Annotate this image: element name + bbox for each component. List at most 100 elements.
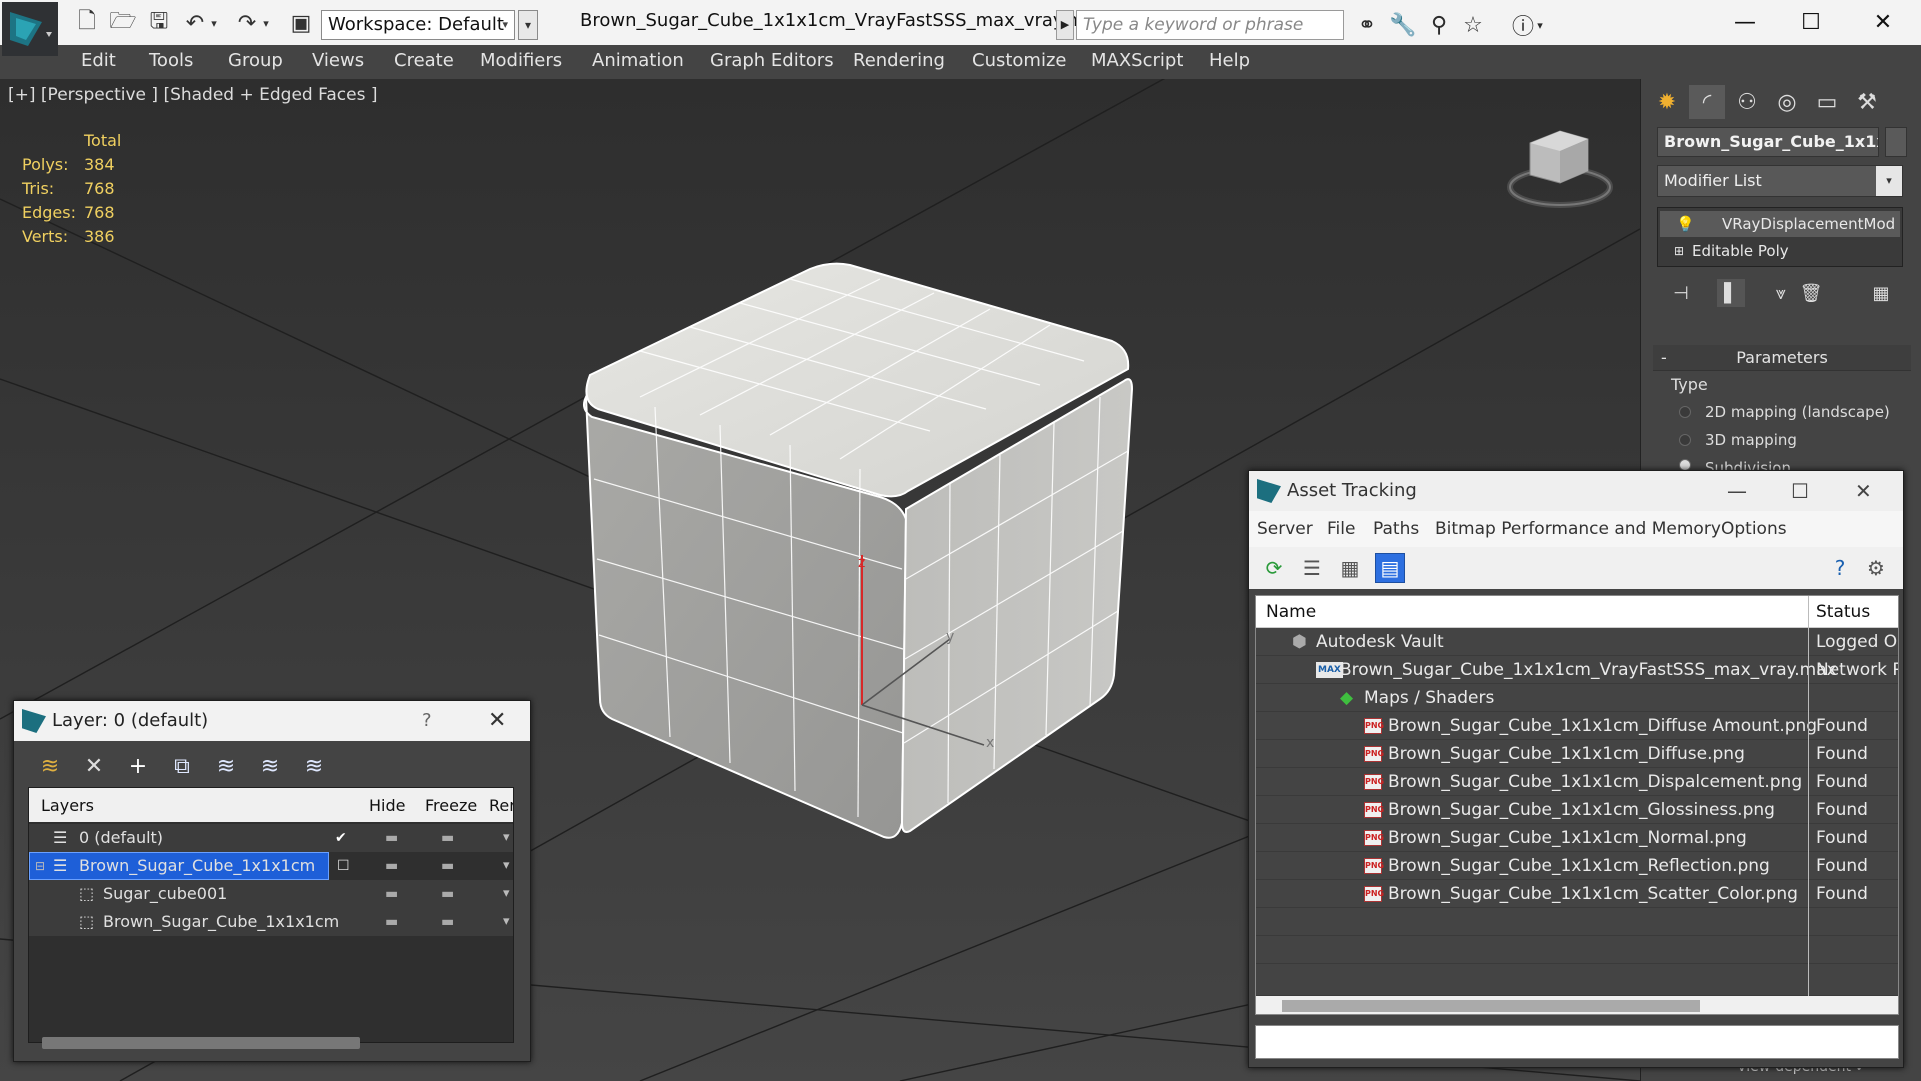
new-file-icon[interactable]: 🗋	[72, 9, 102, 36]
freeze-all-layers-icon[interactable]: ≋	[298, 751, 330, 781]
render-toggle-icon[interactable]: ▾	[503, 824, 510, 852]
asset-row[interactable]: PNG Brown_Sugar_Cube_1x1x1cm_Normal.png …	[1256, 824, 1898, 852]
asset-menu-server[interactable]: Server	[1257, 519, 1313, 539]
column-layers[interactable]: Layers	[41, 796, 94, 815]
menu-create[interactable]: Create	[394, 50, 454, 71]
column-name[interactable]: Name	[1266, 602, 1316, 622]
help-dropdown-icon[interactable]: ▾	[1532, 12, 1548, 38]
expand-plus-icon[interactable]: ⊞	[1674, 238, 1684, 264]
menu-group[interactable]: Group	[228, 50, 283, 71]
radio-3d-mapping[interactable]: 3D mapping	[1679, 431, 1797, 449]
layer-dialog-titlebar[interactable]: Layer: 0 (default) ? ✕	[14, 701, 530, 741]
help-icon[interactable]: ?	[1825, 553, 1855, 583]
asset-row[interactable]: PNG Brown_Sugar_Cube_1x1x1cm_Scatter_Col…	[1256, 880, 1898, 908]
menu-help[interactable]: Help	[1209, 50, 1250, 71]
configure-sets-icon[interactable]: ▦	[1867, 279, 1895, 307]
hierarchy-tab-icon[interactable]: ⚇	[1729, 85, 1765, 119]
collapse-minus-icon[interactable]: ⊟	[35, 852, 45, 880]
minimize-button[interactable]: —	[1727, 471, 1747, 511]
modify-tab-icon[interactable]: ◜	[1689, 85, 1725, 119]
column-status[interactable]: Status	[1816, 602, 1870, 622]
add-to-layer-icon[interactable]: +	[122, 751, 154, 781]
column-divider[interactable]	[1808, 596, 1809, 996]
workspace-dropdown[interactable]: Workspace: Default ▾	[321, 10, 515, 40]
current-layer-checkmark-icon[interactable]: ✔	[335, 824, 347, 852]
search-expand-button[interactable]: ▶	[1056, 10, 1074, 40]
open-file-icon[interactable]: 🗁	[108, 9, 138, 36]
make-unique-icon[interactable]: ⩔	[1767, 279, 1795, 307]
select-in-layer-icon[interactable]: ⧉	[166, 751, 198, 781]
asset-menu-options[interactable]: Options	[1721, 519, 1787, 539]
asset-menu-paths[interactable]: Paths	[1373, 519, 1419, 539]
stack-item-vraydisplacement[interactable]: 💡 VRayDisplacementMod	[1660, 211, 1900, 237]
set-current-layer-icon[interactable]: ☐	[337, 852, 350, 880]
motion-tab-icon[interactable]: ◎	[1769, 85, 1805, 119]
maximize-button[interactable]: ☐	[1784, 6, 1838, 38]
asset-row[interactable]: PNG Brown_Sugar_Cube_1x1x1cm_Reflection.…	[1256, 852, 1898, 880]
redo-dropdown-icon[interactable]: ▾	[258, 10, 274, 36]
menu-maxscript[interactable]: MAXScript	[1091, 50, 1183, 71]
project-folder-icon[interactable]: ▣	[286, 10, 316, 36]
maximize-button[interactable]: ☐	[1791, 471, 1809, 511]
utilities-tab-icon[interactable]: ⚒	[1849, 85, 1885, 119]
menu-tools[interactable]: Tools	[149, 50, 193, 71]
asset-row[interactable]: MAX Brown_Sugar_Cube_1x1x1cm_VrayFastSSS…	[1256, 656, 1898, 684]
column-freeze[interactable]: Freeze	[425, 796, 477, 815]
layer-row[interactable]: ⬚ Sugar_cube001 ▬ ▬ ▾	[29, 880, 513, 908]
highlight-layer-icon[interactable]: ≋	[210, 751, 242, 781]
asset-row[interactable]: ◆ Maps / Shaders	[1256, 684, 1898, 712]
app-logo-icon[interactable]	[2, 2, 58, 56]
horizontal-scrollbar[interactable]	[1282, 1000, 1700, 1012]
close-icon[interactable]: ✕	[1855, 471, 1872, 511]
asset-path-field[interactable]	[1255, 1025, 1899, 1059]
radio-dot[interactable]	[1679, 406, 1691, 418]
freeze-toggle[interactable]: ▬	[441, 824, 454, 852]
menu-views[interactable]: Views	[312, 50, 364, 71]
asset-dialog-titlebar[interactable]: Asset Tracking — ☐ ✕	[1249, 471, 1903, 511]
thumbnail-view-icon[interactable]: ▦	[1335, 553, 1365, 583]
search-input[interactable]	[1076, 10, 1344, 40]
freeze-toggle[interactable]: ▬	[441, 908, 454, 936]
signin-icon[interactable]: ⚲	[1424, 12, 1454, 38]
column-hide[interactable]: Hide	[369, 796, 405, 815]
hide-toggle[interactable]: ▬	[385, 880, 398, 908]
asset-row[interactable]: PNG Brown_Sugar_Cube_1x1x1cm_Diffuse Amo…	[1256, 712, 1898, 740]
radio-2d-mapping[interactable]: 2D mapping (landscape)	[1679, 403, 1890, 421]
menu-graph-editors[interactable]: Graph Editors	[710, 50, 834, 71]
render-toggle-icon[interactable]: ▾	[503, 852, 510, 880]
asset-menu-file[interactable]: File	[1327, 519, 1355, 539]
menu-animation[interactable]: Animation	[592, 50, 684, 71]
menu-customize[interactable]: Customize	[972, 50, 1066, 71]
help-button[interactable]: ?	[422, 701, 432, 741]
hide-toggle[interactable]: ▬	[385, 908, 398, 936]
object-color-swatch[interactable]	[1885, 127, 1907, 157]
show-end-result-icon[interactable]: ▌	[1717, 279, 1745, 307]
minimize-button[interactable]: —	[1718, 6, 1772, 38]
close-icon[interactable]: ✕	[488, 701, 506, 741]
modifier-list-dropdown[interactable]: Modifier List ▾	[1657, 165, 1903, 197]
object-name-field[interactable]: Brown_Sugar_Cube_1x1x1cm	[1657, 127, 1879, 157]
asset-row[interactable]: ⬢ Autodesk Vault Logged Out	[1256, 628, 1898, 656]
favorites-star-icon[interactable]: ☆	[1458, 12, 1488, 38]
column-render[interactable]: Rer	[489, 796, 513, 815]
wrench-icon[interactable]: 🔧	[1388, 12, 1418, 38]
workspace-overflow-button[interactable]: ▾	[518, 10, 538, 40]
hide-toggle[interactable]: ▬	[385, 852, 398, 880]
display-tab-icon[interactable]: ▭	[1809, 85, 1845, 119]
horizontal-scrollbar[interactable]	[42, 1037, 360, 1049]
parameters-rollout-header[interactable]: - Parameters	[1653, 345, 1911, 371]
hide-toggle[interactable]: ▬	[385, 824, 398, 852]
menu-rendering[interactable]: Rendering	[853, 50, 945, 71]
asset-row[interactable]: PNG Brown_Sugar_Cube_1x1x1cm_Dispalcemen…	[1256, 768, 1898, 796]
render-toggle-icon[interactable]: ▾	[503, 908, 510, 936]
lightbulb-icon[interactable]: 💡	[1676, 211, 1695, 237]
list-view-icon[interactable]: ☰	[1297, 553, 1327, 583]
asset-menu-bitmap-performance[interactable]: Bitmap Performance and Memory	[1435, 519, 1721, 539]
menu-edit[interactable]: Edit	[81, 50, 116, 71]
radio-dot[interactable]	[1679, 434, 1691, 446]
menu-modifiers[interactable]: Modifiers	[480, 50, 562, 71]
render-toggle-icon[interactable]: ▾	[503, 880, 510, 908]
new-layer-icon[interactable]: ≋	[34, 751, 66, 781]
asset-row[interactable]: PNG Brown_Sugar_Cube_1x1x1cm_Diffuse.png…	[1256, 740, 1898, 768]
refresh-icon[interactable]: ⟳	[1259, 553, 1289, 583]
